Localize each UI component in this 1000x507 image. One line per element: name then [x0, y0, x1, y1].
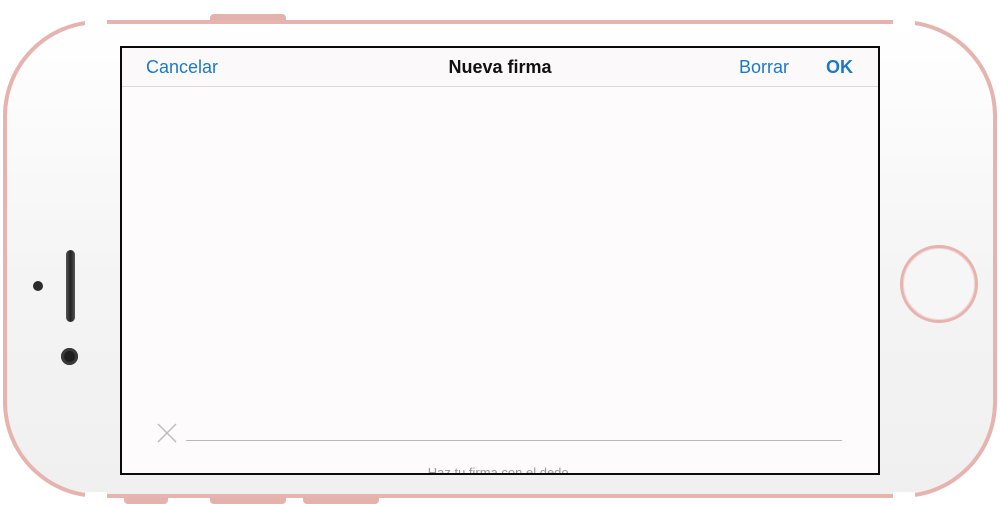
- screen: Cancelar Nueva firma Borrar OK Haz tu fi…: [120, 46, 880, 475]
- signature-canvas[interactable]: Haz tu firma con el dedo.: [122, 87, 878, 473]
- home-button[interactable]: [900, 245, 978, 323]
- proximity-sensor: [61, 348, 78, 365]
- antenna-line: [893, 492, 915, 498]
- antenna-line: [85, 492, 107, 498]
- x-mark-icon: [157, 423, 177, 443]
- navigation-bar: Cancelar Nueva firma Borrar OK: [122, 48, 878, 87]
- signature-line: [186, 440, 842, 441]
- antenna-line: [85, 20, 107, 26]
- signature-hint: Haz tu firma con el dedo.: [427, 465, 573, 475]
- earpiece-speaker: [66, 250, 75, 322]
- clear-button[interactable]: Borrar: [739, 57, 789, 78]
- device-frame: Cancelar Nueva firma Borrar OK Haz tu fi…: [0, 0, 1000, 507]
- antenna-line: [893, 20, 915, 26]
- ok-button[interactable]: OK: [826, 57, 853, 78]
- front-camera: [33, 281, 43, 291]
